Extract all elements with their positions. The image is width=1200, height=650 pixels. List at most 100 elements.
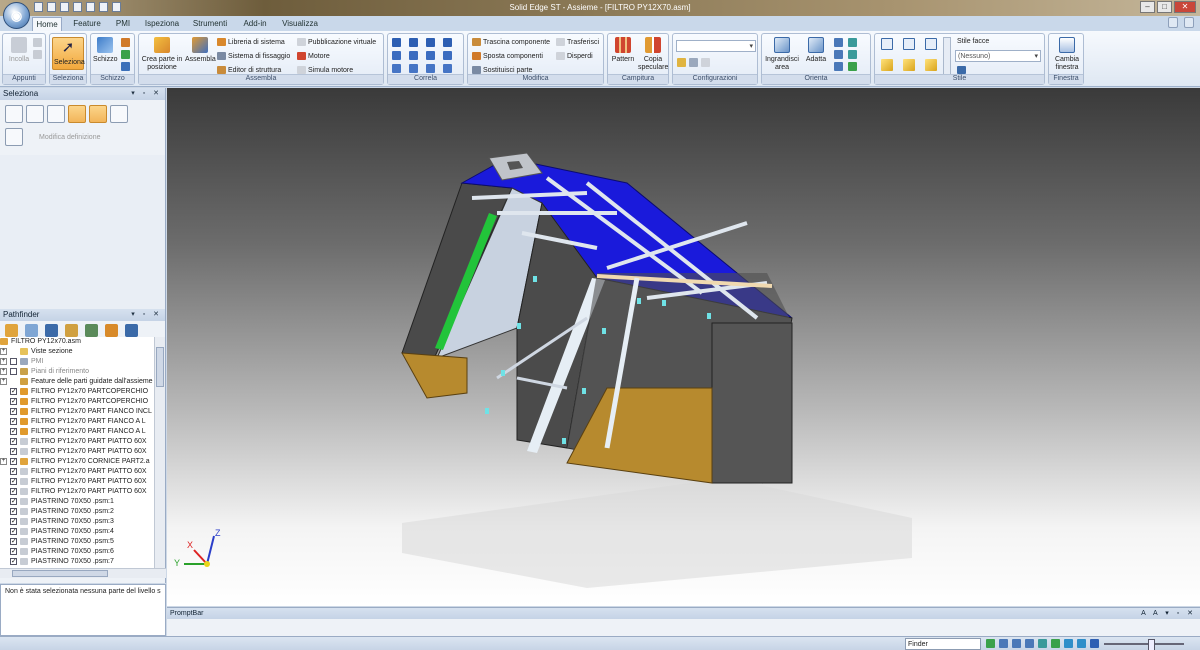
tree-item[interactable]: ✓ FILTRO PY12x70 PARTCOPERCHIO [0,387,154,397]
tree-root[interactable]: FILTRO PY12x70.asm [0,337,154,347]
tree-item[interactable]: ✓ PIASTRINO 70X50 .psm:3 [0,517,154,527]
move-components-button[interactable]: Sposta componenti [472,52,543,60]
rotate-view-icon[interactable] [834,50,843,59]
help-icon[interactable] [1168,17,1178,28]
simulate-motor-button[interactable]: Simula motore [297,66,353,74]
tab-feature[interactable]: Feature [70,17,104,31]
visibility-checkbox[interactable]: ✓ [10,507,17,515]
pan-icon[interactable] [848,38,857,47]
transfer-button[interactable]: Trasferisci [556,38,599,46]
style-painter-button[interactable] [957,66,966,74]
path-icon[interactable] [443,64,452,73]
pattern-button[interactable]: Pattern [610,37,636,64]
visibility-checkbox[interactable]: ✓ [10,407,17,415]
visibility-checkbox[interactable]: ✓ [10,557,17,565]
hidden-edges-icon[interactable] [925,38,937,50]
tangent-icon[interactable] [426,51,435,60]
visibility-checkbox[interactable]: ✓ [10,427,17,435]
disperse-button[interactable]: Disperdi [556,52,593,60]
tree-item[interactable]: ✓ FILTRO PY12x70 PARTCOPERCHIO [0,397,154,407]
model-drawing[interactable] [167,88,1200,606]
shaded-shadow-icon[interactable] [925,59,937,71]
visibility-checkbox[interactable]: ✓ [10,417,17,425]
select-feature-icon[interactable] [47,105,65,123]
copy-icon[interactable] [33,50,42,59]
panel-controls[interactable]: ▾ ▫ ✕ [131,309,162,321]
system-library-button[interactable]: Libreria di sistema [217,38,285,46]
paste-button[interactable]: Incolla [7,37,31,64]
tree-horizontal-scrollbar[interactable] [0,568,166,578]
motor-button[interactable]: Motore [297,52,330,60]
edit-definition-icon[interactable] [5,128,23,146]
cam-icon[interactable] [443,51,452,60]
sketch-button[interactable]: Schizzo [93,37,118,64]
assemble-button[interactable]: Assembla [185,37,216,64]
tree-item[interactable]: + Feature delle parti guidate dall'assiem… [0,377,154,387]
tab-ispeziona[interactable]: Ispeziona [142,17,182,31]
zoom-area-icon[interactable] [1012,639,1021,648]
scroll-thumb[interactable] [12,570,108,577]
visibility-checkbox[interactable]: ✓ [10,497,17,505]
minimize-button[interactable]: – [1140,1,1155,13]
tree-item[interactable]: ✓ FILTRO PY12x70 PART FIANCO A L [0,417,154,427]
display-icon[interactable] [1090,639,1099,648]
shading-icon[interactable] [1077,639,1086,648]
visibility-checkbox[interactable]: ✓ [10,537,17,545]
tab-home[interactable]: Home [32,17,62,31]
insert-icon[interactable] [443,38,452,47]
config-save-icon[interactable] [701,58,710,67]
visibility-checkbox[interactable]: ✓ [10,487,17,495]
tree-item[interactable]: + ✓ FILTRO PY12x70 CORNICE PART2.a [0,457,154,467]
planar-align-icon[interactable] [409,38,418,47]
visibility-checkbox[interactable]: ✓ [10,467,17,475]
shaded-icon[interactable] [881,59,893,71]
3d-viewport[interactable]: Z X Y [167,88,1200,606]
fastener-system-button[interactable]: Sistema di fissaggio [217,52,290,60]
view-orient-icon[interactable] [834,62,843,71]
close-button[interactable]: ✕ [1174,1,1196,13]
tree-item[interactable]: ✓ PIASTRINO 70X50 .psm:4 [0,527,154,537]
select-button[interactable]: ➚ Seleziona [52,37,85,70]
visibility-checkbox[interactable]: ✓ [10,397,17,405]
expand-icon[interactable]: + [0,347,7,355]
visibility-checkbox[interactable]: ✓ [10,457,17,465]
visibility-checkbox[interactable] [10,357,17,365]
zoom-icon[interactable] [834,38,843,47]
visibility-checkbox[interactable]: ✓ [10,527,17,535]
configuration-select[interactable] [676,40,756,52]
shading-gallery-scroll[interactable] [943,37,951,75]
finder-input[interactable]: Finder [905,638,981,650]
tree-item[interactable]: ✓ FILTRO PY12x70 PART PIATTO 60X [0,477,154,487]
zoom-slider[interactable] [1104,639,1184,650]
tab-strumenti[interactable]: Strumenti [190,17,230,31]
visibility-checkbox[interactable]: ✓ [10,547,17,555]
spin-icon[interactable] [848,50,857,59]
structure-editor-button[interactable]: Editor di struttura [217,66,281,74]
face-style-select[interactable]: (Nessuno) [955,50,1041,62]
virtual-publish-button[interactable]: Pubblicazione virtuale [297,38,376,46]
mirror-icon[interactable] [121,62,130,71]
tree-item[interactable]: + Viste sezione [0,347,154,357]
expand-icon[interactable]: + [0,357,7,365]
rotate-icon[interactable] [121,50,130,59]
refresh-icon[interactable] [848,62,857,71]
show-all-icon[interactable] [85,324,98,337]
tab-add-in[interactable]: Add-in [238,17,272,31]
select-face-icon[interactable] [89,105,107,123]
prompt-bar-controls[interactable]: A A ▾ ▫ ✕ [1141,608,1196,619]
config-folder-icon[interactable] [677,58,686,67]
features-icon[interactable] [65,324,78,337]
expand-icon[interactable]: + [0,367,7,375]
drag-component-button[interactable]: Trascina componente [472,38,550,46]
select-options-icon[interactable] [110,105,128,123]
tree-item[interactable]: ✓ FILTRO PY12x70 PART FIANCO A L [0,427,154,437]
match-cs-icon[interactable] [426,64,435,73]
visibility-checkbox[interactable]: ✓ [10,437,17,445]
visibility-checkbox[interactable]: ✓ [10,447,17,455]
fit-button[interactable]: Adatta [802,37,830,64]
mate-icon[interactable] [392,38,401,47]
refresh-icon[interactable] [986,639,995,648]
tree-item[interactable]: ✓ FILTRO PY12x70 PART PIATTO 60X [0,467,154,477]
tree-item[interactable]: ✓ FILTRO PY12x70 PART PIATTO 60X [0,487,154,497]
visibility-checkbox[interactable]: ✓ [10,387,17,395]
